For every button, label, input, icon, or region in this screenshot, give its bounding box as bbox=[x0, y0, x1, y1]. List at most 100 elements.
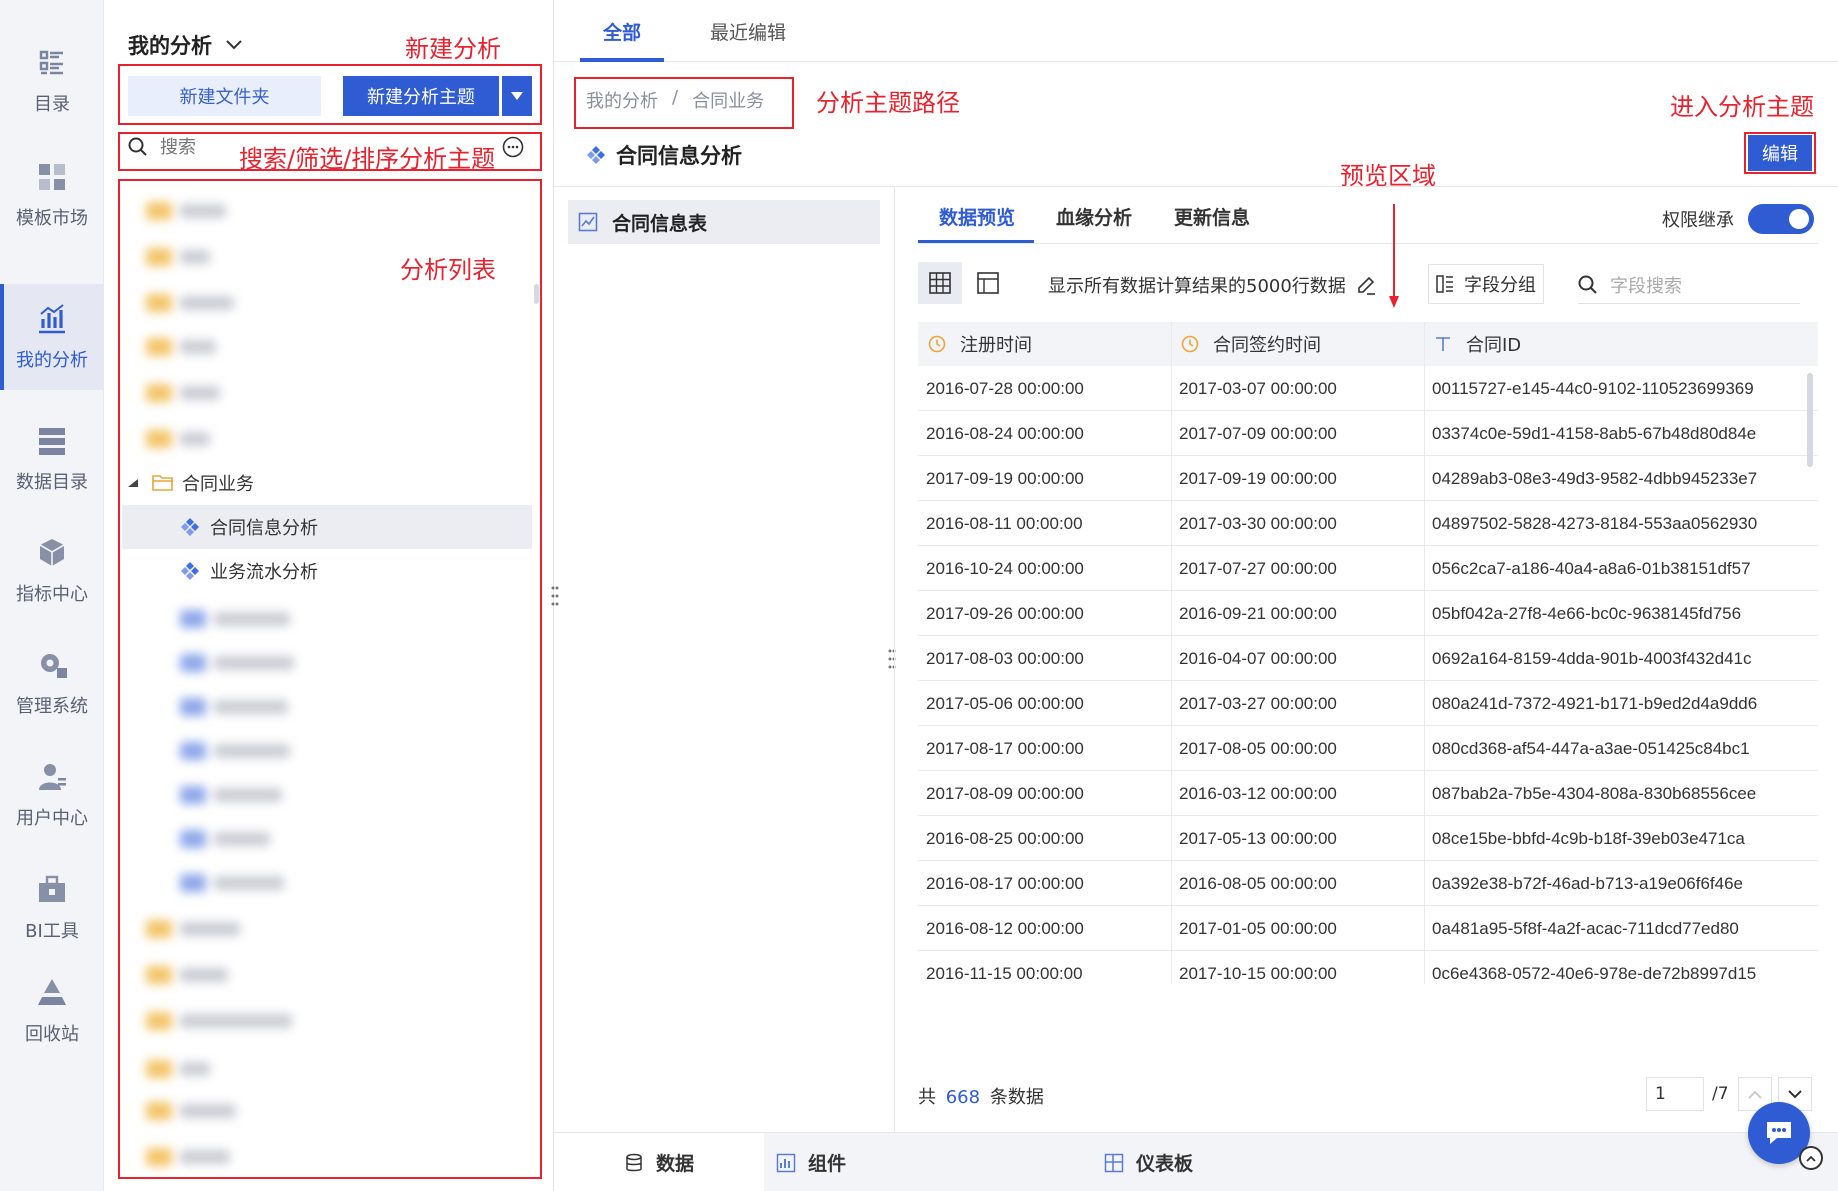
row-count-prefix: 共 bbox=[918, 1087, 936, 1108]
annotation-new-analysis: 新建分析 bbox=[405, 35, 501, 63]
list-title: 我的分析 bbox=[128, 34, 212, 58]
annotation-arrow-icon bbox=[1389, 204, 1399, 308]
table-row[interactable]: 2016-08-11 00:00:00 2017-03-30 00:00:00 04… bbox=[918, 501, 1818, 546]
recycle-bin-icon bbox=[38, 979, 66, 1005]
table-cell: 2016-08-17 00:00:00 bbox=[926, 873, 1084, 893]
table-item-contract-info[interactable]: 合同信息表 bbox=[568, 200, 880, 244]
tab-recent-edit[interactable]: 最近编辑 bbox=[710, 18, 786, 45]
annotation-preview-area: 预览区域 bbox=[1340, 162, 1436, 190]
field-group-button[interactable]: 字段分组 bbox=[1428, 264, 1544, 304]
nav-item-bi-tools[interactable]: BI工具 bbox=[0, 855, 104, 961]
table-cell: 2016-08-25 00:00:00 bbox=[926, 828, 1084, 848]
nav-item-label: 管理系统 bbox=[16, 696, 88, 717]
annotation-box-new-analysis bbox=[118, 64, 542, 125]
table-row[interactable]: 2016-08-12 00:00:00 2017-01-05 00:00:00 0a… bbox=[918, 906, 1818, 951]
panel-resize-handle[interactable] bbox=[551, 585, 559, 607]
table-cell: 2017-01-05 00:00:00 bbox=[1179, 918, 1337, 938]
tab-dashboard[interactable]: 仪表板 bbox=[1104, 1133, 1193, 1191]
tab-component-label: 组件 bbox=[808, 1153, 847, 1175]
grid-view-icon bbox=[929, 272, 951, 294]
table-row[interactable]: 2017-08-03 00:00:00 2016-04-07 00:00:00 06… bbox=[918, 636, 1818, 681]
nav-item-my-analysis[interactable]: 我的分析 bbox=[0, 284, 104, 390]
table-scrollbar[interactable] bbox=[1807, 373, 1813, 467]
table-cell: 2016-08-24 00:00:00 bbox=[926, 423, 1084, 443]
page-input[interactable]: 1 bbox=[1646, 1077, 1704, 1111]
table-cell: 2017-08-17 00:00:00 bbox=[926, 738, 1084, 758]
table-row[interactable]: 2016-08-17 00:00:00 2016-08-05 00:00:00 0a… bbox=[918, 861, 1818, 906]
field-search[interactable]: 字段搜索 bbox=[1578, 266, 1800, 304]
table-cell: 05bf042a-27f8-4e66-bc0c-9638145fd756 bbox=[1432, 603, 1742, 623]
nav-item-recycle-bin[interactable]: 回收站 bbox=[0, 958, 104, 1064]
table-row[interactable]: 2016-10-24 00:00:00 2017-07-27 00:00:00 05… bbox=[918, 546, 1818, 591]
annotation-enter-theme: 进入分析主题 bbox=[1670, 93, 1814, 121]
column-header[interactable]: 注册时间 bbox=[918, 322, 1171, 366]
nav-item-label: 指标中心 bbox=[16, 584, 88, 605]
column-header[interactable]: 合同ID bbox=[1424, 322, 1818, 366]
table-body: 2016-07-28 00:00:00 2017-03-07 00:00:00 00… bbox=[918, 366, 1818, 984]
nav-item-catalog[interactable]: 目录 bbox=[0, 28, 104, 134]
metric-center-icon bbox=[39, 539, 65, 566]
tab-active-indicator bbox=[580, 58, 664, 62]
nav-item-management-system[interactable]: 管理系统 bbox=[0, 630, 104, 736]
theme-title-text: 合同信息分析 bbox=[616, 144, 742, 168]
nav-item-data-catalog[interactable]: 数据目录 bbox=[0, 406, 104, 512]
row-limit-info: 显示所有数据计算结果的5000行数据 bbox=[1048, 272, 1376, 298]
table-cell: 03374c0e-59d1-4158-8ab5-67b48d80d84e bbox=[1432, 423, 1757, 443]
nav-item-user-center[interactable]: 用户中心 bbox=[0, 742, 104, 848]
column-header-label: 注册时间 bbox=[960, 335, 1032, 356]
tab-lineage[interactable]: 血缘分析 bbox=[1056, 203, 1132, 230]
nav-item-label: 用户中心 bbox=[16, 808, 88, 829]
template-market-icon bbox=[39, 164, 65, 190]
bottom-tabs: 数据 组件 仪表板 bbox=[554, 1132, 1838, 1191]
bi-tools-icon bbox=[39, 875, 65, 902]
table-row[interactable]: 2017-05-06 00:00:00 2017-03-27 00:00:00 08… bbox=[918, 681, 1818, 726]
edit-pencil-icon[interactable] bbox=[1356, 275, 1376, 295]
time-field-icon bbox=[1181, 335, 1199, 353]
analysis-theme-icon bbox=[587, 146, 605, 164]
table-row[interactable]: 2017-09-26 00:00:00 2016-09-21 00:00:00 05… bbox=[918, 591, 1818, 636]
table-row[interactable]: 2017-08-09 00:00:00 2016-03-12 00:00:00 08… bbox=[918, 771, 1818, 816]
table-cell: 2017-05-06 00:00:00 bbox=[926, 693, 1084, 713]
my-analysis-icon bbox=[39, 304, 65, 334]
tab-data[interactable]: 数据 bbox=[554, 1133, 764, 1191]
main-nav: 目录 模板市场我的分析数据目录指标中心管理系统用户中心 BI工具回收站 bbox=[0, 0, 104, 1191]
collapse-bottom-button[interactable] bbox=[1799, 1146, 1823, 1170]
column-header[interactable]: 合同签约时间 bbox=[1171, 322, 1424, 366]
text-field-icon bbox=[1436, 337, 1450, 351]
table-row[interactable]: 2016-08-25 00:00:00 2017-05-13 00:00:00 08… bbox=[918, 816, 1818, 861]
table-cell: 2017-07-27 00:00:00 bbox=[1179, 558, 1337, 578]
field-group-label: 字段分组 bbox=[1464, 275, 1536, 296]
column-divider bbox=[1424, 322, 1425, 984]
tab-data-label: 数据 bbox=[655, 1153, 694, 1175]
tab-data-preview[interactable]: 数据预览 bbox=[939, 203, 1015, 230]
chevron-up-icon bbox=[1806, 1155, 1816, 1162]
table-cell: 04289ab3-08e3-49d3-9582-4dbb945233e7 bbox=[1432, 468, 1758, 488]
nav-item-label: BI工具 bbox=[25, 921, 79, 942]
nav-item-metric-center[interactable]: 指标中心 bbox=[0, 518, 104, 624]
column-divider bbox=[1171, 322, 1172, 984]
search-icon bbox=[1578, 275, 1597, 294]
chat-icon bbox=[1767, 1122, 1791, 1144]
time-field-icon bbox=[928, 335, 946, 353]
permission-toggle[interactable] bbox=[1748, 204, 1814, 234]
app-root: 目录 模板市场 我的分析 数据目录 指标中心 管理系统 用户中心 BI工具 回收站 我的分析 新… bbox=[0, 0, 1838, 1191]
table-row[interactable]: 2017-09-19 00:00:00 2017-09-19 00:00:00 04… bbox=[918, 456, 1818, 501]
tab-all[interactable]: 全部 bbox=[603, 18, 641, 45]
nav-item-template-market[interactable]: 模板市场 bbox=[0, 142, 104, 248]
table-cell: 00115727-e145-44c0-9102-110523699369 bbox=[1432, 378, 1754, 398]
table-cell: 2016-11-15 00:00:00 bbox=[926, 963, 1083, 983]
table-cell: 2016-04-07 00:00:00 bbox=[1179, 648, 1337, 668]
grid-view-button[interactable] bbox=[918, 262, 962, 304]
table-cell: 080a241d-7372-4921-b171-b9ed2d4a9dd6 bbox=[1432, 693, 1758, 713]
table-row[interactable]: 2016-07-28 00:00:00 2017-03-07 00:00:00 00… bbox=[918, 366, 1818, 411]
layout-view-button[interactable] bbox=[966, 262, 1010, 304]
table-cell: 2016-09-21 00:00:00 bbox=[1179, 603, 1337, 623]
tab-component[interactable]: 组件 bbox=[776, 1133, 846, 1191]
table-row[interactable]: 2016-11-15 00:00:00 2017-10-15 00:00:00 0c… bbox=[918, 951, 1818, 984]
table-row[interactable]: 2016-08-24 00:00:00 2017-07-09 00:00:00 03… bbox=[918, 411, 1818, 456]
list-title-dropdown[interactable]: 我的分析 bbox=[128, 30, 242, 60]
table-cell: 2017-03-30 00:00:00 bbox=[1179, 513, 1337, 533]
table-row[interactable]: 2017-08-17 00:00:00 2017-08-05 00:00:00 08… bbox=[918, 726, 1818, 771]
tab-update-info[interactable]: 更新信息 bbox=[1174, 203, 1250, 230]
table-header: 注册时间 合同签约时间 合同ID bbox=[918, 322, 1818, 366]
